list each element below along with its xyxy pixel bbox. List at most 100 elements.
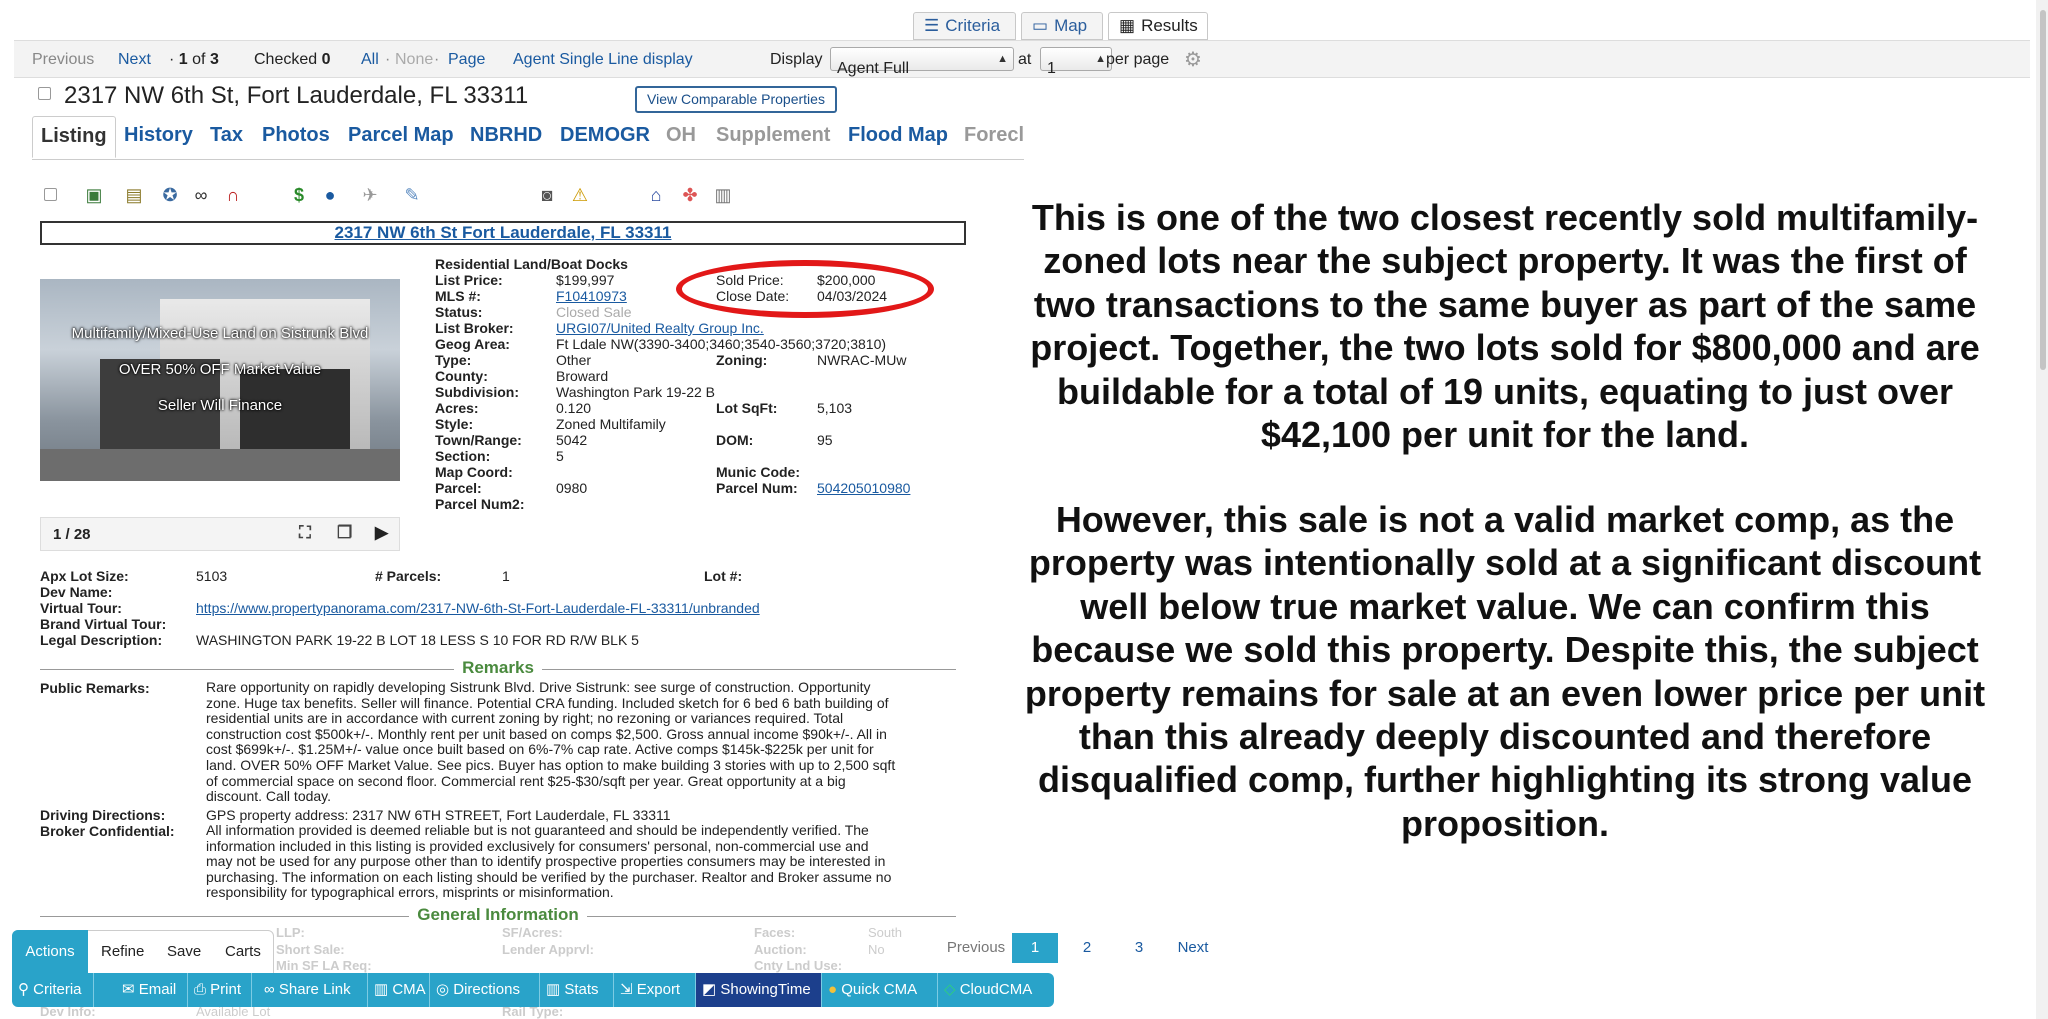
subtab-tax[interactable]: Tax	[210, 124, 243, 147]
geog-area-value: Ft Ldale NW(3390-3400;3460;3540-3560;372…	[556, 336, 887, 352]
warning-icon[interactable]: ⚠	[570, 185, 590, 205]
ground-shape	[40, 449, 400, 481]
actions-bar: ⚲ Criteria ✉ Email ⎙ Print ∞ Share Link …	[12, 973, 1054, 1007]
parcel-num-label: Parcel Num:	[716, 480, 798, 496]
subtab-demogr[interactable]: DEMOGR	[560, 124, 650, 147]
house-icon[interactable]: ⌂	[646, 185, 666, 205]
lot-sqft-value: 5,103	[817, 400, 853, 416]
pagination-page-2[interactable]: 2	[1064, 933, 1110, 963]
subtab-listing[interactable]: Listing	[32, 116, 116, 158]
zoning-label: Zoning:	[716, 352, 768, 368]
callout-line: because we sold this property. Despite t…	[1031, 629, 1979, 671]
print-button[interactable]: ⎙ Print	[188, 973, 252, 1007]
previous-link[interactable]: Previous	[32, 51, 94, 69]
tools-icon[interactable]: ✎	[402, 185, 422, 205]
tab-criteria[interactable]: ☰ Criteria	[913, 12, 1016, 40]
criteria-button[interactable]: ⚲ Criteria	[12, 973, 94, 1007]
stats-button[interactable]: ▥ Stats	[540, 973, 614, 1007]
photo-counter: 1 / 28	[53, 526, 91, 543]
county-label: County:	[435, 368, 488, 384]
subtab-flood-map[interactable]: Flood Map	[848, 124, 948, 147]
quick-cma-button[interactable]: ● Quick CMA	[822, 973, 938, 1007]
magnet-icon[interactable]: ∩	[223, 185, 243, 205]
acres-label: Acres:	[435, 400, 479, 416]
pagination-page-1[interactable]: 1	[1012, 933, 1058, 963]
listing-photo[interactable]: Multifamily/Mixed-Use Land on Sistrunk B…	[40, 279, 400, 481]
globe-icon[interactable]: ●	[320, 185, 340, 205]
directions-button[interactable]: ◎ Directions	[430, 973, 540, 1007]
scrollbar-thumb[interactable]	[2040, 10, 2046, 370]
link-icon[interactable]: ∞	[191, 185, 211, 205]
select-page-link[interactable]: Page	[448, 51, 485, 69]
subtab-history[interactable]: History	[124, 124, 193, 147]
email-button[interactable]: ✉ Email	[116, 973, 188, 1007]
photo-icon[interactable]: ▣	[84, 185, 104, 205]
dollar-icon[interactable]: $	[289, 185, 309, 205]
parcel-value: 0980	[556, 480, 588, 496]
style-label: Style:	[435, 416, 474, 432]
plane-icon[interactable]: ✈	[360, 185, 380, 205]
type-value: Other	[556, 352, 592, 368]
per-page-select[interactable]: 1 ▲	[1040, 47, 1112, 77]
gallery-icon[interactable]: ▤	[124, 185, 144, 205]
listing-checkbox[interactable]	[38, 87, 51, 100]
listing-header-address[interactable]: 2317 NW 6th St Fort Lauderdale, FL 33311	[335, 223, 672, 242]
camera-icon[interactable]: ◙	[537, 185, 557, 205]
checkbox-icon[interactable]	[44, 188, 57, 201]
parcel-num-link[interactable]: 504205010980	[817, 480, 910, 496]
settings-icon[interactable]: ✪	[160, 185, 180, 205]
next-link[interactable]: Next	[118, 51, 151, 69]
subtab-forecl[interactable]: Forecl	[964, 124, 1024, 147]
document-icon: ▥	[374, 981, 393, 998]
remarks-line: residential units are in accordance with…	[206, 710, 844, 727]
subtab-nbrhd[interactable]: NBRHD	[470, 124, 542, 147]
list-broker-link[interactable]: URGI07/United Realty Group Inc.	[556, 320, 764, 336]
list-broker-label: List Broker:	[435, 320, 514, 336]
ghost-text: Short Sale:	[276, 942, 345, 957]
gear-icon[interactable]: ⚙	[1184, 47, 1202, 72]
virtual-tour-link[interactable]: https://www.propertypanorama.com/2317-NW…	[196, 600, 760, 616]
remarks-heading-text: Remarks	[454, 658, 542, 677]
select-none-link[interactable]: None	[395, 51, 433, 69]
map-icon: ▭	[1032, 16, 1049, 35]
pos-current: 1	[178, 51, 188, 68]
cloudcma-button[interactable]: ◇ CloudCMA	[938, 973, 1048, 1007]
tab-results[interactable]: ▦ Results	[1108, 12, 1208, 40]
next-photo-icon[interactable]: ▶	[375, 523, 388, 543]
pagination-previous[interactable]: Previous	[944, 933, 1008, 963]
listing-title: 2317 NW 6th St, Fort Lauderdale, FL 3331…	[64, 82, 529, 109]
select-all-link[interactable]: All	[361, 51, 379, 69]
print-button-label: Print	[210, 981, 242, 998]
pagination-page-3[interactable]: 3	[1116, 933, 1162, 963]
tab-actions[interactable]: Actions	[12, 930, 88, 974]
subtab-supplement[interactable]: Supplement	[716, 124, 830, 147]
tab-map-label: Map	[1054, 16, 1088, 35]
callout-paragraph-1: This is one of the two closest recently …	[996, 196, 2014, 456]
showingtime-button[interactable]: ◩ ShowingTime	[696, 973, 822, 1007]
tab-save[interactable]: Save	[167, 943, 201, 960]
callout-line: property remains for sale at an even low…	[1024, 672, 1986, 714]
agent-single-line-link[interactable]: Agent Single Line display	[513, 51, 693, 69]
tab-map[interactable]: ▭ Map	[1021, 12, 1103, 40]
popout-icon[interactable]: ❐	[337, 523, 352, 543]
export-button[interactable]: ⇲ Export	[614, 973, 696, 1007]
mls-link[interactable]: F10410973	[556, 288, 627, 304]
display-select[interactable]: Agent Full ▲	[830, 47, 1014, 77]
apx-lot-label: Apx Lot Size:	[40, 568, 129, 584]
puzzle-icon[interactable]: ✤	[680, 185, 700, 205]
share-link-button[interactable]: ∞ Share Link	[258, 973, 368, 1007]
search-icon: ⚲	[18, 981, 34, 998]
style-value: Zoned Multifamily	[556, 416, 666, 432]
export-icon: ⇲	[620, 981, 637, 998]
tab-carts[interactable]: Carts	[225, 943, 261, 960]
subtab-photos[interactable]: Photos	[262, 124, 330, 147]
subtab-oh[interactable]: OH	[666, 124, 696, 147]
tab-refine[interactable]: Refine	[101, 943, 144, 960]
pagination-next[interactable]: Next	[1168, 933, 1218, 963]
remarks-line: land. OVER 50% OFF Market Value. See pic…	[206, 756, 896, 773]
document-icon[interactable]: ▥	[713, 185, 733, 205]
cma-button[interactable]: ▥ CMA	[368, 973, 430, 1007]
view-comparable-button[interactable]: View Comparable Properties	[635, 86, 837, 113]
fullscreen-icon[interactable]: ⛶	[299, 523, 311, 543]
subtab-parcel-map[interactable]: Parcel Map	[348, 124, 454, 147]
